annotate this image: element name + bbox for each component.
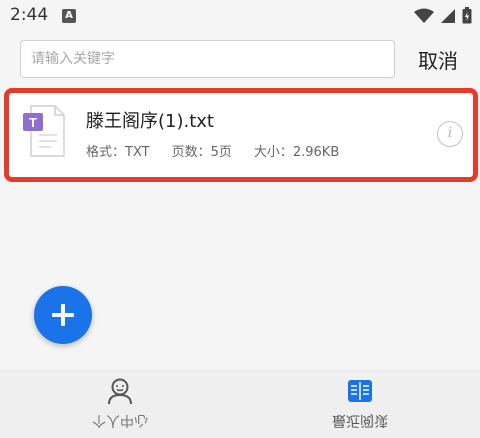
status-icons xyxy=(414,7,472,24)
person-icon xyxy=(108,378,132,405)
file-meta: 格式：TXT 页数：5页 大小：2.96KB xyxy=(86,141,361,160)
wifi-icon xyxy=(414,8,434,23)
bottom-nav: 个人中心 最近阅读 xyxy=(0,370,480,438)
book-icon xyxy=(348,380,372,402)
status-time: 2:44 xyxy=(10,5,49,25)
file-type-letter: T xyxy=(29,115,37,130)
battery-icon xyxy=(462,7,472,24)
file-pages: 页数：5页 xyxy=(171,145,232,160)
signal-icon xyxy=(441,8,455,23)
file-list-item[interactable]: T 滕王阁序(1).txt 格式：TXT 页数：5页 大小：2.96KB i xyxy=(4,88,478,182)
txt-file-icon: T xyxy=(23,105,65,157)
tab-personal-center[interactable]: 个人中心 xyxy=(0,371,240,438)
notification-badge-icon: A xyxy=(62,9,76,23)
file-size: 大小：2.96KB xyxy=(253,145,340,160)
info-icon[interactable]: i xyxy=(437,121,463,147)
cancel-button[interactable]: 取消 xyxy=(410,42,466,76)
search-bar: 取消 xyxy=(0,32,480,88)
search-input[interactable] xyxy=(20,40,395,78)
add-file-button[interactable] xyxy=(34,286,92,344)
tab-recent-reading-label: 最近阅读 xyxy=(332,412,388,428)
status-bar: 2:44 A xyxy=(0,0,480,32)
tab-recent-reading[interactable]: 最近阅读 xyxy=(240,371,480,438)
file-name: 滕王阁序(1).txt xyxy=(86,111,214,132)
tab-personal-center-label: 个人中心 xyxy=(92,412,148,428)
file-format: 格式：TXT xyxy=(86,145,150,160)
